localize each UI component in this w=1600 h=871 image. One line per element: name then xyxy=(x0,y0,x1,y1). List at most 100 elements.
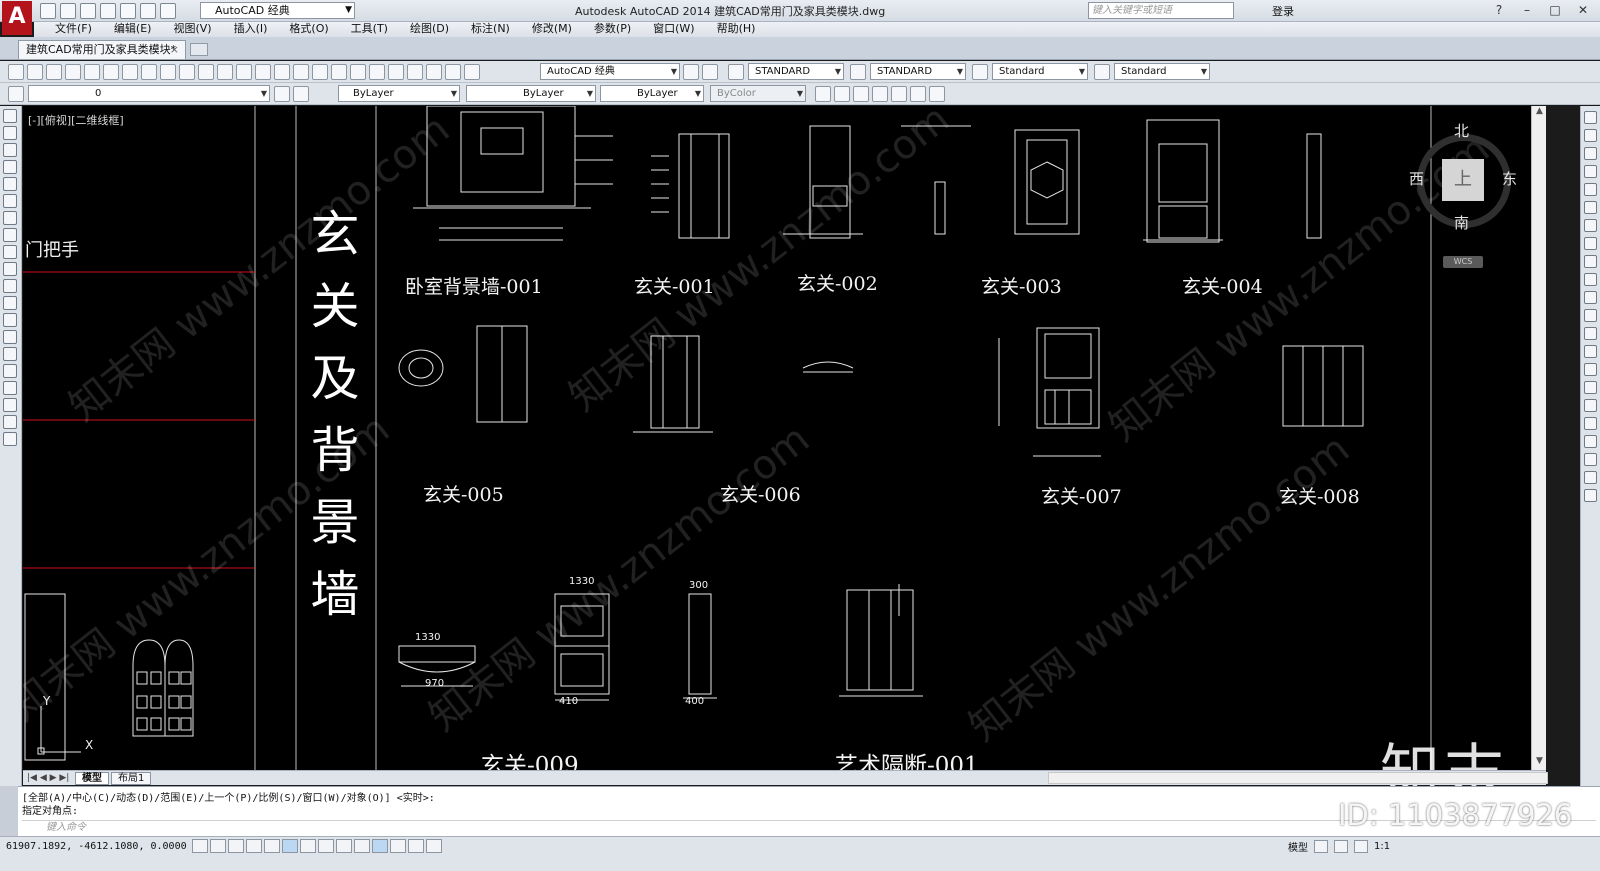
print-icon[interactable] xyxy=(120,3,136,19)
document-tab[interactable]: 建筑CAD常用门及家具类模块* × xyxy=(18,40,186,59)
add-selected-icon[interactable] xyxy=(3,432,17,446)
menu-view[interactable]: 视图(V) xyxy=(162,22,222,37)
make-block-icon[interactable] xyxy=(3,313,17,327)
help-icon[interactable]: ? xyxy=(1486,1,1512,19)
workspace-save-icon[interactable] xyxy=(702,64,718,80)
menu-help[interactable]: 帮助(H) xyxy=(706,22,767,37)
color-combo[interactable]: ByLayer ▼ xyxy=(338,85,460,102)
view-conceptual-icon[interactable] xyxy=(891,86,907,102)
polygon-icon[interactable] xyxy=(3,160,17,174)
tab-layout1[interactable]: 布局1 xyxy=(111,771,152,785)
sheet-set-icon[interactable] xyxy=(407,64,423,80)
paste-icon[interactable] xyxy=(179,64,195,80)
ellipse-arc-icon[interactable] xyxy=(3,279,17,293)
chamfer-icon[interactable] xyxy=(1584,345,1597,358)
join-icon[interactable] xyxy=(1584,327,1597,340)
redo-icon[interactable] xyxy=(255,64,271,80)
save-icon[interactable] xyxy=(80,3,96,19)
login-button[interactable]: 登录 xyxy=(1272,3,1294,19)
calculator-icon[interactable] xyxy=(445,64,461,80)
menu-edit[interactable]: 编辑(E) xyxy=(103,22,163,37)
annotation-scale-value[interactable]: 1:1 xyxy=(1374,841,1390,852)
block-editor-icon[interactable] xyxy=(217,64,233,80)
redo-icon[interactable] xyxy=(160,3,176,19)
circle-icon[interactable] xyxy=(3,211,17,225)
explode-icon[interactable] xyxy=(1584,381,1597,394)
grid-icon[interactable] xyxy=(228,839,244,853)
arc-icon[interactable] xyxy=(3,194,17,208)
layer-manager-icon[interactable] xyxy=(8,86,24,102)
linetype-combo[interactable]: ByLayer ▼ xyxy=(466,85,596,102)
quick-properties-icon[interactable] xyxy=(408,839,424,853)
menu-format[interactable]: 格式(O) xyxy=(278,22,339,37)
close-icon[interactable]: ✕ xyxy=(1570,1,1596,19)
search-input[interactable]: 键入关键字或短语 xyxy=(1088,2,1234,19)
insert-block-icon[interactable] xyxy=(3,296,17,310)
table-style-combo[interactable]: Standard ▼ xyxy=(992,63,1088,80)
maximize-icon[interactable]: □ xyxy=(1542,1,1568,19)
view-shaded-icon[interactable] xyxy=(910,86,926,102)
tool-palettes-icon[interactable] xyxy=(388,64,404,80)
view-3d-wireframe-icon[interactable] xyxy=(834,86,850,102)
compass-north[interactable]: 北 xyxy=(1454,120,1469,141)
qnew-icon[interactable] xyxy=(8,64,24,80)
rotate-icon[interactable] xyxy=(1584,219,1597,232)
match-properties-icon[interactable] xyxy=(198,64,214,80)
cut-icon[interactable] xyxy=(141,64,157,80)
spline-icon[interactable] xyxy=(3,245,17,259)
menu-file[interactable]: 文件(F) xyxy=(44,22,103,37)
layer-combo[interactable]: 0 ▼ xyxy=(28,85,270,102)
dim-style-combo[interactable]: STANDARD ▼ xyxy=(870,63,966,80)
multileader-style-icon[interactable] xyxy=(1094,64,1110,80)
viewport-label[interactable]: [-][俯视][二维线框] xyxy=(28,112,124,128)
workspace-settings-icon[interactable] xyxy=(683,64,699,80)
open-icon[interactable] xyxy=(60,3,76,19)
ellipse-icon[interactable] xyxy=(3,262,17,276)
text-style-combo[interactable]: STANDARD ▼ xyxy=(748,63,844,80)
annotation-scale-icon[interactable] xyxy=(1354,840,1368,853)
multileader-style-combo[interactable]: Standard ▼ xyxy=(1114,63,1210,80)
menu-dimension[interactable]: 标注(N) xyxy=(460,22,521,37)
new-icon[interactable] xyxy=(40,3,56,19)
pan-icon[interactable] xyxy=(274,64,290,80)
layout-nav-icons[interactable]: |◀ ◀ ▶ ▶| xyxy=(23,773,75,783)
command-line-handle[interactable] xyxy=(0,786,18,836)
compass-south[interactable]: 南 xyxy=(1454,212,1469,233)
workspace-switcher[interactable]: AutoCAD 经典 ▼ xyxy=(200,2,355,19)
snap-icon[interactable] xyxy=(210,839,226,853)
layout-icon[interactable] xyxy=(1314,840,1328,853)
point-icon[interactable] xyxy=(3,330,17,344)
cursor-coordinates[interactable]: 61907.1892, -4612.1080, 0.0000 xyxy=(6,841,187,852)
region-icon[interactable] xyxy=(3,381,17,395)
make-current-icon[interactable] xyxy=(274,86,290,102)
group-icon[interactable] xyxy=(1584,417,1597,430)
layer-previous-icon[interactable] xyxy=(293,86,309,102)
menu-modify[interactable]: 修改(M) xyxy=(521,22,583,37)
compass-west[interactable]: 西 xyxy=(1409,168,1424,189)
rectangle-icon[interactable] xyxy=(3,177,17,191)
3d-print-icon[interactable] xyxy=(122,64,138,80)
table-icon[interactable] xyxy=(3,398,17,412)
draworder-icon[interactable] xyxy=(1584,399,1597,412)
line-icon[interactable] xyxy=(3,109,17,123)
mtext-icon[interactable] xyxy=(3,415,17,429)
infer-constraints-icon[interactable] xyxy=(192,839,208,853)
workspace-combo[interactable]: AutoCAD 经典 ▼ xyxy=(540,63,680,80)
offset-icon[interactable] xyxy=(1584,165,1597,178)
properties-icon[interactable] xyxy=(350,64,366,80)
polar-icon[interactable] xyxy=(264,839,280,853)
mirror-icon[interactable] xyxy=(1584,147,1597,160)
list-icon[interactable] xyxy=(1584,471,1597,484)
save-icon[interactable] xyxy=(46,64,62,80)
ortho-icon[interactable] xyxy=(246,839,262,853)
scroll-up-icon[interactable]: ▲ xyxy=(1532,106,1547,120)
undo-icon[interactable] xyxy=(236,64,252,80)
menu-tools[interactable]: 工具(T) xyxy=(340,22,399,37)
menu-parametric[interactable]: 参数(P) xyxy=(583,22,642,37)
array-icon[interactable] xyxy=(1584,183,1597,196)
id-point-icon[interactable] xyxy=(1584,489,1597,502)
selection-cycling-icon[interactable] xyxy=(426,839,442,853)
stretch-icon[interactable] xyxy=(1584,255,1597,268)
3d-osnap-icon[interactable] xyxy=(300,839,316,853)
view-realistic-icon[interactable] xyxy=(872,86,888,102)
